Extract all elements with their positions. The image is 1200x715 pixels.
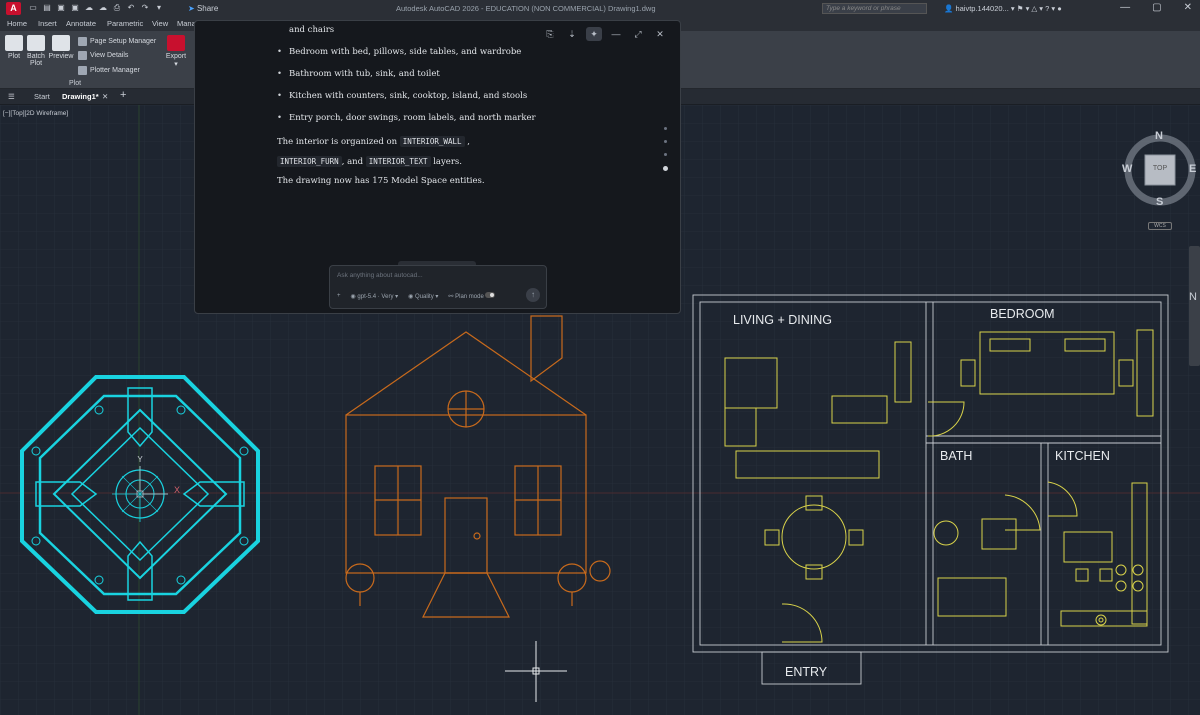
batch-printer-icon [27,35,45,51]
save-icon[interactable]: ▣ [56,3,66,13]
view-details-button[interactable]: View Details [78,51,128,60]
layers-paragraph: The interior is organized on INTERIOR_WA… [277,136,470,167]
printer-icon [5,35,23,51]
layer-interior-furn: INTERIOR_FURN [277,156,342,167]
room-label-bedroom: BEDROOM [990,307,1055,321]
message-scroll-nav[interactable] [663,127,668,171]
tab-insert[interactable]: Insert [38,19,57,28]
layer-interior-text: INTERIOR_TEXT [365,156,431,167]
entity-count-text: The drawing now has 175 Model Space enti… [277,176,485,186]
room-label-kitchen: KITCHEN [1055,449,1110,463]
tab-start[interactable]: Start [34,92,50,101]
room-label-living-dining: LIVING + DINING [733,313,832,327]
hamburger-menu-icon[interactable]: ☰ [8,92,15,101]
navigation-bar[interactable] [1189,246,1200,366]
send-button[interactable]: ↑ [526,288,540,302]
preview-button[interactable]: Preview [48,35,74,60]
close-button[interactable]: ✕ [1184,2,1192,13]
view-details-icon [78,51,87,60]
viewcube-top-face[interactable]: TOP [1150,165,1170,172]
list-item: Bathroom with tub, sink, and toilet [277,63,577,85]
plotter-manager-button[interactable]: Plotter Manager [78,66,140,75]
maximize-button[interactable]: ▢ [1152,2,1161,13]
tab-home[interactable]: Home [7,19,27,28]
room-label-entry: ENTRY [785,665,828,679]
window-title: Autodesk AutoCAD 2026 - EDUCATION (NON C… [396,4,656,13]
compass-west[interactable]: W [1122,163,1132,175]
user-icon: 👤 [944,4,956,13]
page-setup-icon [78,37,87,46]
export-pdf-icon [167,35,185,51]
list-item: Bedroom with bed, pillows, side tables, … [277,41,577,63]
close-icon[interactable]: ✕ [652,27,668,41]
expand-icon[interactable]: ⤢ [630,27,646,41]
quality-selector[interactable]: ◉ Quality ▾ [408,293,438,300]
plot-panel-label: Plot [69,80,82,87]
user-account-button[interactable]: 👤 haivtp.144020... ▾ ⚑ ▾ △ ▾ ? ▾ ● [944,4,1062,13]
save-as-icon[interactable]: ▣ [70,3,80,13]
cloud-save-icon[interactable]: ☁ [98,3,108,13]
cloud-icon[interactable]: ☁ [84,3,94,13]
share-button[interactable]: ➤ Share [188,4,218,13]
settings-icon[interactable]: ✦ [586,27,602,41]
quick-access-toolbar: ▭ ▤ ▣ ▣ ☁ ☁ ⎙ ↶ ↷ ▾ [28,3,164,13]
scroll-dot[interactable] [664,127,667,130]
chat-input-placeholder[interactable]: Ask anything about autocad... [337,272,423,279]
layer-interior-wall: INTERIOR_WALL [399,136,465,147]
minimize-button[interactable]: — [1120,2,1130,13]
batch-plot-button[interactable]: Batch Plot [25,35,47,67]
room-label-bath: BATH [940,449,972,463]
tab-view[interactable]: View [152,19,168,28]
scroll-dot-current[interactable] [663,166,668,171]
compass-south[interactable]: S [1156,196,1163,208]
plot-button[interactable]: Plot [4,35,24,60]
add-icon[interactable]: + [337,293,341,299]
tab-drawing1[interactable]: Drawing1* [62,92,99,101]
message-line-continuation: and chairs [289,25,335,35]
scroll-dot[interactable] [664,153,667,156]
undo-icon[interactable]: ↶ [126,3,136,13]
chat-message: and chairs Bedroom with bed, pillows, si… [277,25,577,191]
search-input[interactable]: Type a keyword or phrase [822,3,927,14]
chat-input-box[interactable]: Ask anything about autocad... + ◉ gpt-5.… [329,265,547,309]
plan-mode-toggle[interactable]: ⚯ Plan mode [448,292,496,300]
preview-icon [52,35,70,51]
list-item: Kitchen with counters, sink, cooktop, is… [277,85,577,107]
print-icon[interactable]: ⎙ [112,3,122,13]
chat-input-options: + ◉ gpt-5.4 · Very ▾ ◉ Quality ▾ ⚯ Plan … [337,292,496,300]
cart-icon[interactable]: ▾ ⚑ ▾ △ ▾ ? ▾ ● [1009,4,1062,13]
compass-east[interactable]: E [1189,163,1196,175]
close-tab-icon[interactable]: ✕ [102,92,108,101]
tab-annotate[interactable]: Annotate [66,19,96,28]
list-item: Entry porch, door swings, room labels, a… [277,107,577,129]
chevron-down-icon[interactable]: ▾ [154,3,164,13]
minimize-icon[interactable]: — [608,27,624,41]
chevron-down-icon: ▾ [174,61,178,68]
new-icon[interactable]: ▭ [28,3,38,13]
navbar-compass-letter: N [1189,291,1197,303]
new-tab-icon[interactable]: + [120,89,126,101]
viewport-controls[interactable]: [−][Top][2D Wireframe] [3,110,68,117]
toggle-switch[interactable] [485,292,496,298]
open-icon[interactable]: ▤ [42,3,52,13]
share-icon: ➤ [188,4,197,13]
title-bar: A ▭ ▤ ▣ ▣ ☁ ☁ ⎙ ↶ ↷ ▾ ➤ Share Autodesk A… [0,0,1200,17]
page-setup-manager-button[interactable]: Page Setup Manager [78,37,156,46]
autocad-logo-button[interactable]: A [6,2,21,15]
model-selector[interactable]: ◉ gpt-5.4 · Very ▾ [351,293,399,300]
export-button[interactable]: Export ▾ [164,35,188,68]
ucs-x-label: X [174,485,180,495]
message-bullet-list: Bedroom with bed, pillows, side tables, … [277,41,577,129]
ucs-y-label: Y [137,455,143,464]
tab-parametric[interactable]: Parametric [107,19,143,28]
compass-north[interactable]: N [1155,130,1163,142]
wcs-menu[interactable]: WCS [1148,222,1172,230]
assistant-chat-panel: ⎘ ⇣ ✦ — ⤢ ✕ and chairs Bedroom with bed,… [194,20,681,314]
redo-icon[interactable]: ↷ [140,3,150,13]
plotter-icon [78,66,87,75]
scroll-dot[interactable] [664,140,667,143]
window-controls: — ▢ ✕ [1120,2,1192,13]
